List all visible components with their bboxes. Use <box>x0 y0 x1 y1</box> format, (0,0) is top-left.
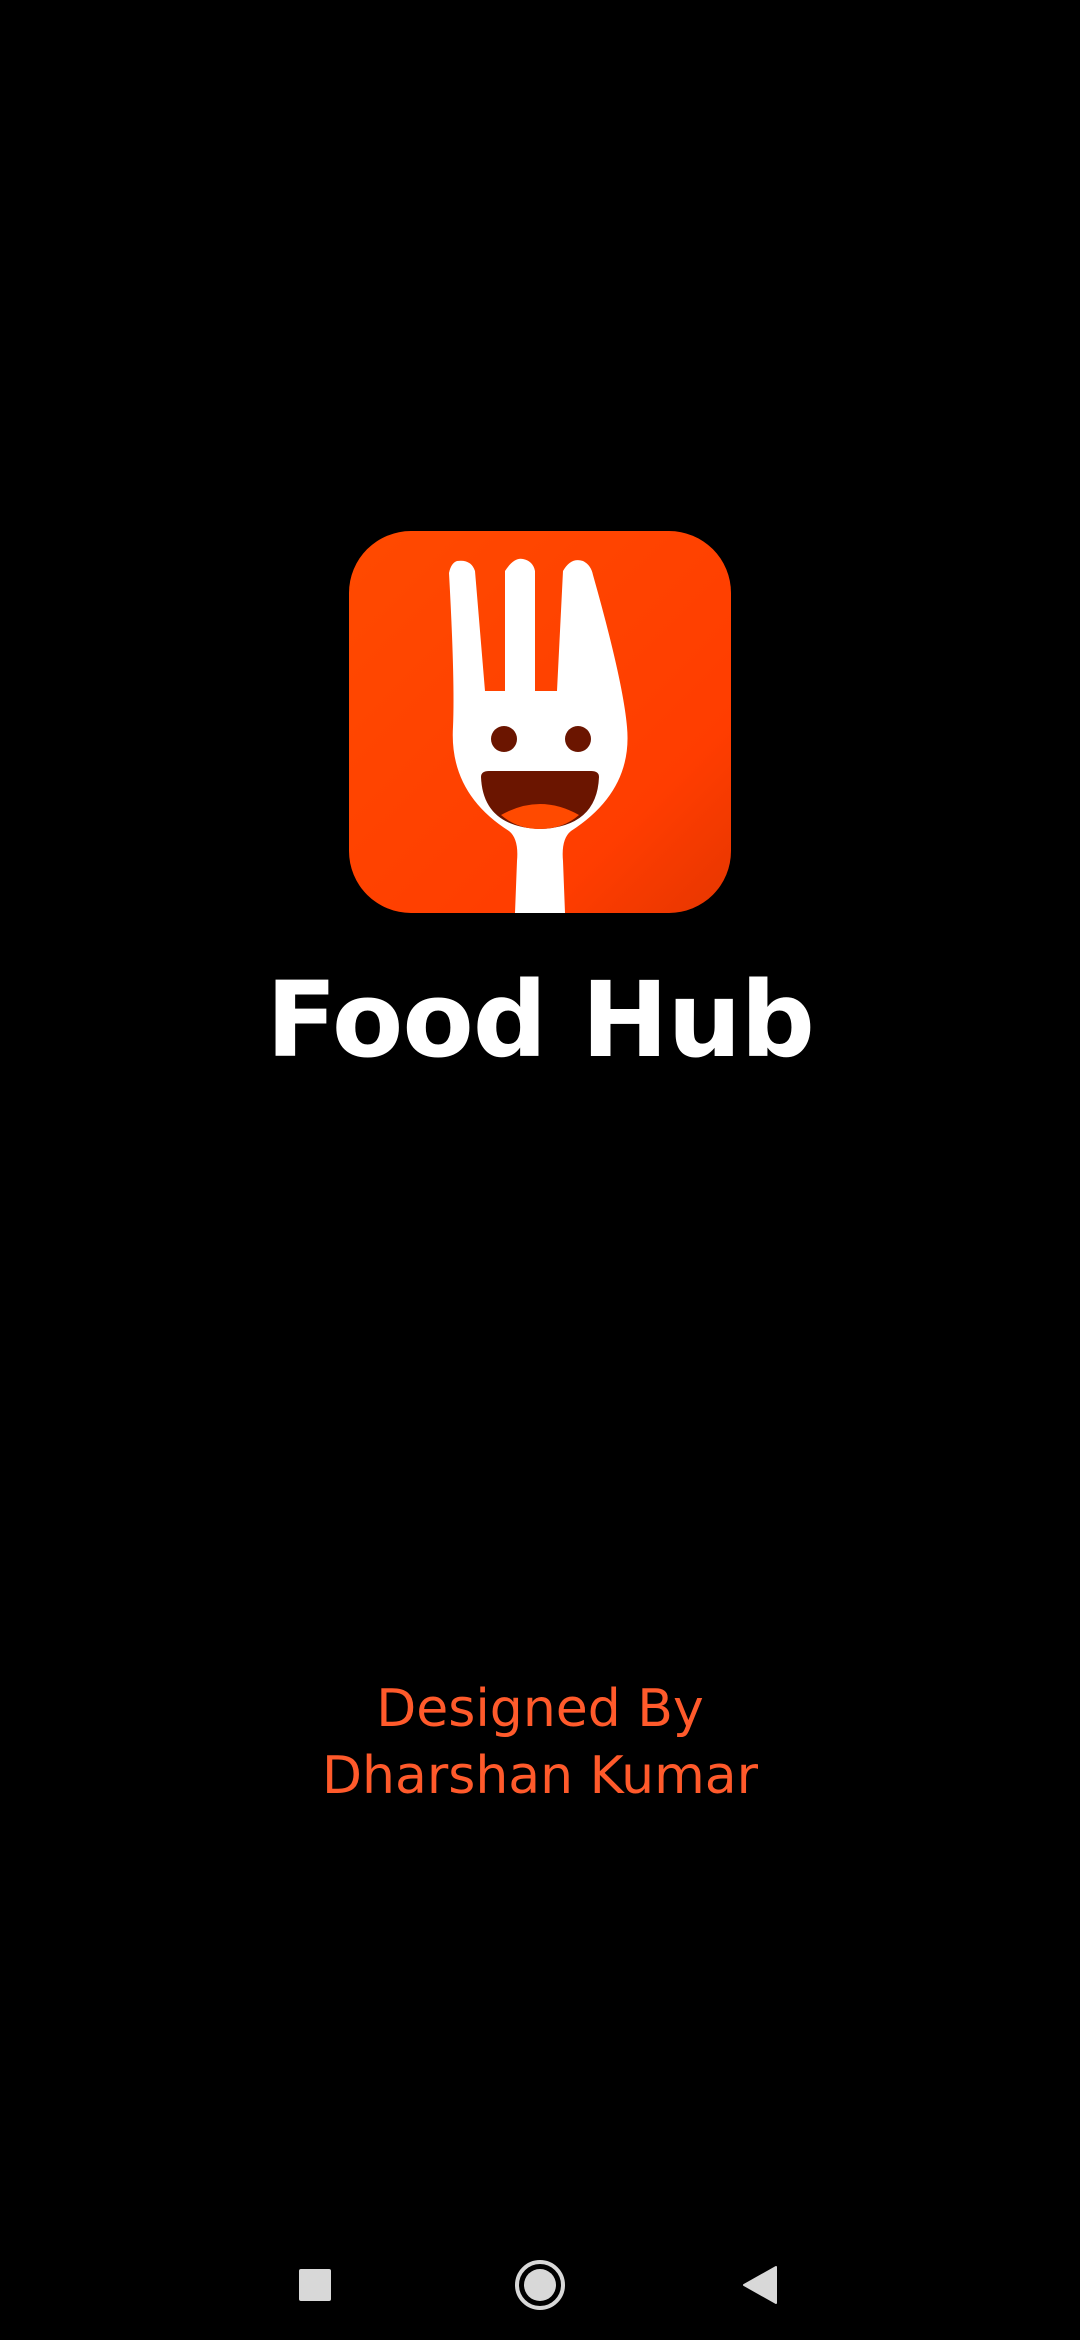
splash-screen: Food Hub Designed By Dharshan Kumar <box>0 0 1080 2340</box>
circle-icon <box>515 2260 565 2310</box>
fork-smiley-icon <box>349 531 731 913</box>
home-button[interactable] <box>495 2240 585 2330</box>
app-logo <box>349 531 731 913</box>
system-navigation-bar <box>0 2220 1080 2340</box>
recents-button[interactable] <box>270 2240 360 2330</box>
square-icon <box>299 2269 331 2301</box>
back-button[interactable] <box>715 2240 805 2330</box>
triangle-back-icon <box>743 2266 777 2304</box>
app-title: Food Hub <box>266 959 815 1081</box>
credit-designer-name: Dharshan Kumar <box>321 1746 758 1806</box>
credit-designed-by: Designed By <box>376 1679 704 1739</box>
